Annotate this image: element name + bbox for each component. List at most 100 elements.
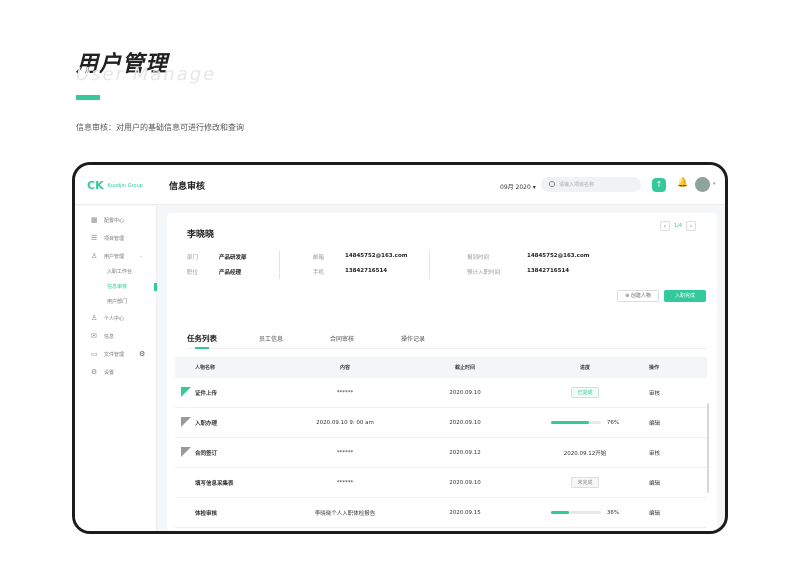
- app-window: CK Kuudjin Group 信息审核 09月 2020 ▾ 请输入项目名称…: [72, 162, 728, 534]
- chevron-down-icon[interactable]: ▾: [713, 181, 716, 187]
- create-person-button[interactable]: ⊕ 创建人物: [617, 290, 659, 302]
- create-person-label: 创建人物: [630, 293, 651, 299]
- grid-icon: ▦: [91, 216, 98, 224]
- user-icon: ♙: [91, 252, 98, 260]
- sidebar-item-label: 用户管理: [104, 253, 125, 260]
- page-indicator: 1/4: [674, 223, 683, 229]
- table-row[interactable]: 入职办理 2020.09.10 9: 00 am 2020.09.10 76% 编辑: [175, 408, 707, 438]
- progress-percent: 76%: [606, 419, 620, 426]
- bell-icon[interactable]: 🔔: [677, 178, 688, 188]
- divider: [279, 251, 280, 279]
- header-deadline: 截止时间: [454, 365, 475, 371]
- logo-mark: CK: [87, 179, 104, 192]
- sidebar-sub-departments[interactable]: 用户部门: [107, 298, 127, 305]
- task-deadline: 2020.09.12: [449, 449, 481, 456]
- row-flag-cell: [175, 468, 195, 497]
- date-select[interactable]: 09月 2020 ▾: [500, 182, 536, 191]
- info-column-2: 邮箱 14845752@163.com 手机 13842716514: [313, 253, 407, 283]
- header-spacer: [175, 357, 195, 378]
- sidebar-item-config[interactable]: ▦ 配置中心: [91, 216, 124, 224]
- prev-page-button[interactable]: ‹: [660, 221, 670, 231]
- search-icon: [549, 181, 555, 187]
- progress-bar-fill: [550, 421, 589, 424]
- task-progress: 36%: [525, 510, 645, 516]
- scrollbar[interactable]: [707, 403, 709, 493]
- task-deadline: 2020.09.10: [449, 479, 481, 486]
- logo[interactable]: CK Kuudjin Group: [87, 179, 143, 192]
- table-row[interactable]: 证件上传 ****** 2020.09.10 已完成 审核: [175, 378, 707, 408]
- sidebar-item-personal[interactable]: ♙ 个人中心: [91, 314, 124, 322]
- divider: [429, 251, 430, 279]
- tab-employee-info[interactable]: 员工信息: [259, 334, 283, 343]
- task-progress: 已完成: [525, 387, 645, 398]
- avatar[interactable]: [695, 177, 710, 192]
- task-deadline: 2020.09.10: [449, 389, 481, 396]
- sidebar-item-label: 配置中心: [104, 217, 125, 224]
- info-column-3: 报到时间 14845752@163.com 预计入职时间 13842716514: [467, 253, 589, 283]
- task-name: 填写信息采集表: [195, 480, 234, 487]
- progress-text: 2020.09.12开始: [563, 450, 607, 457]
- task-content: ******: [336, 389, 354, 396]
- position-value: 产品经理: [219, 270, 242, 276]
- table-row[interactable]: 合同签订 ****** 2020.09.12 2020.09.12开始 审核: [175, 438, 707, 468]
- progress-bar: [550, 421, 601, 424]
- row-action-link[interactable]: 审核: [645, 449, 685, 457]
- progress-bar: [550, 511, 601, 514]
- mail-icon: ✉: [91, 332, 97, 340]
- hero-description: 信息审核：对用户的基础信息可进行修改和查询: [76, 123, 244, 132]
- settings-badge-icon: ⚙: [139, 350, 146, 358]
- status-flag-icon: [181, 447, 191, 457]
- entry-complete-button[interactable]: 入职完成: [664, 290, 706, 302]
- sidebar-item-files[interactable]: ▭ 文件管理 ⚙: [91, 350, 145, 358]
- table-body: 证件上传 ****** 2020.09.10 已完成 审核 入职办理 2020.09.10 …: [175, 378, 707, 528]
- row-flag-cell: [175, 498, 195, 527]
- row-action-link[interactable]: 编辑: [645, 419, 685, 427]
- tab-active-underline: [195, 347, 209, 349]
- header-action: 操作: [649, 365, 660, 371]
- table-row[interactable]: 体检审核 李晓晓个人入职体检报告 2020.09.15 36% 编辑: [175, 498, 707, 528]
- row-action-link[interactable]: 编辑: [645, 509, 685, 517]
- person-name: 李晓晓: [187, 230, 215, 240]
- row-flag-cell: [175, 408, 195, 437]
- progress-bar-fill: [550, 511, 569, 514]
- progress-percent: 36%: [606, 509, 620, 516]
- position-label: 职位: [187, 270, 199, 276]
- sidebar-sub-review[interactable]: 信息审核: [107, 283, 127, 290]
- table-header: 人物名称 内容 截止时间 进度 操作: [175, 357, 707, 378]
- task-progress: 76%: [525, 420, 645, 426]
- email-label: 邮箱: [313, 255, 325, 261]
- row-action-link[interactable]: 编辑: [645, 479, 685, 487]
- tab-operation-log[interactable]: 操作记录: [401, 334, 425, 343]
- table-row[interactable]: 填写信息采集表 ****** 2020.09.10 未完成 编辑: [175, 468, 707, 498]
- expected-label: 预计入职时间: [467, 270, 501, 276]
- sidebar-item-label: 文件管理: [104, 351, 125, 358]
- tab-task-list[interactable]: 任务列表: [187, 333, 217, 344]
- search-input[interactable]: 请输入项目名称: [541, 177, 641, 192]
- phone-label: 手机: [313, 270, 325, 276]
- gear-icon: ⚙: [91, 368, 98, 376]
- info-column-1: 部门 产品研发部 职位 产品经理: [187, 253, 247, 283]
- sidebar-item-users[interactable]: ♙ 用户管理 ⌄: [91, 252, 143, 260]
- next-page-button[interactable]: ›: [686, 221, 697, 231]
- status-badge: 未完成: [571, 477, 599, 488]
- email-value: 14845752@163.com: [345, 253, 408, 259]
- sidebar-sub-onboarding[interactable]: 入职工作台: [107, 268, 132, 275]
- sidebar-item-projects[interactable]: ☰ 项目管理: [91, 234, 124, 242]
- phone-value: 13842716514: [345, 268, 388, 274]
- task-name: 证件上传: [195, 390, 218, 397]
- sidebar-active-marker: [154, 283, 157, 291]
- tab-contract-review[interactable]: 合同审核: [330, 334, 354, 343]
- task-table: 人物名称 内容 截止时间 进度 操作 证件上传 ****** 2020.09.10 已…: [175, 357, 707, 528]
- task-content: ******: [336, 449, 354, 456]
- row-flag-cell: [175, 438, 195, 467]
- sidebar-item-settings[interactable]: ⚙ 设置: [91, 368, 114, 376]
- sidebar-item-messages[interactable]: ✉ 信息: [91, 332, 114, 340]
- date-select-value: 09月 2020: [500, 184, 531, 191]
- row-action-link[interactable]: 审核: [645, 389, 685, 397]
- upload-button[interactable]: ↑: [652, 178, 666, 192]
- status-flag-icon: [181, 387, 191, 397]
- page-title: 信息审核: [169, 182, 206, 192]
- expected-value: 13842716514: [527, 268, 570, 274]
- report-value: 14845752@163.com: [527, 253, 590, 259]
- header-name: 人物名称: [195, 365, 216, 371]
